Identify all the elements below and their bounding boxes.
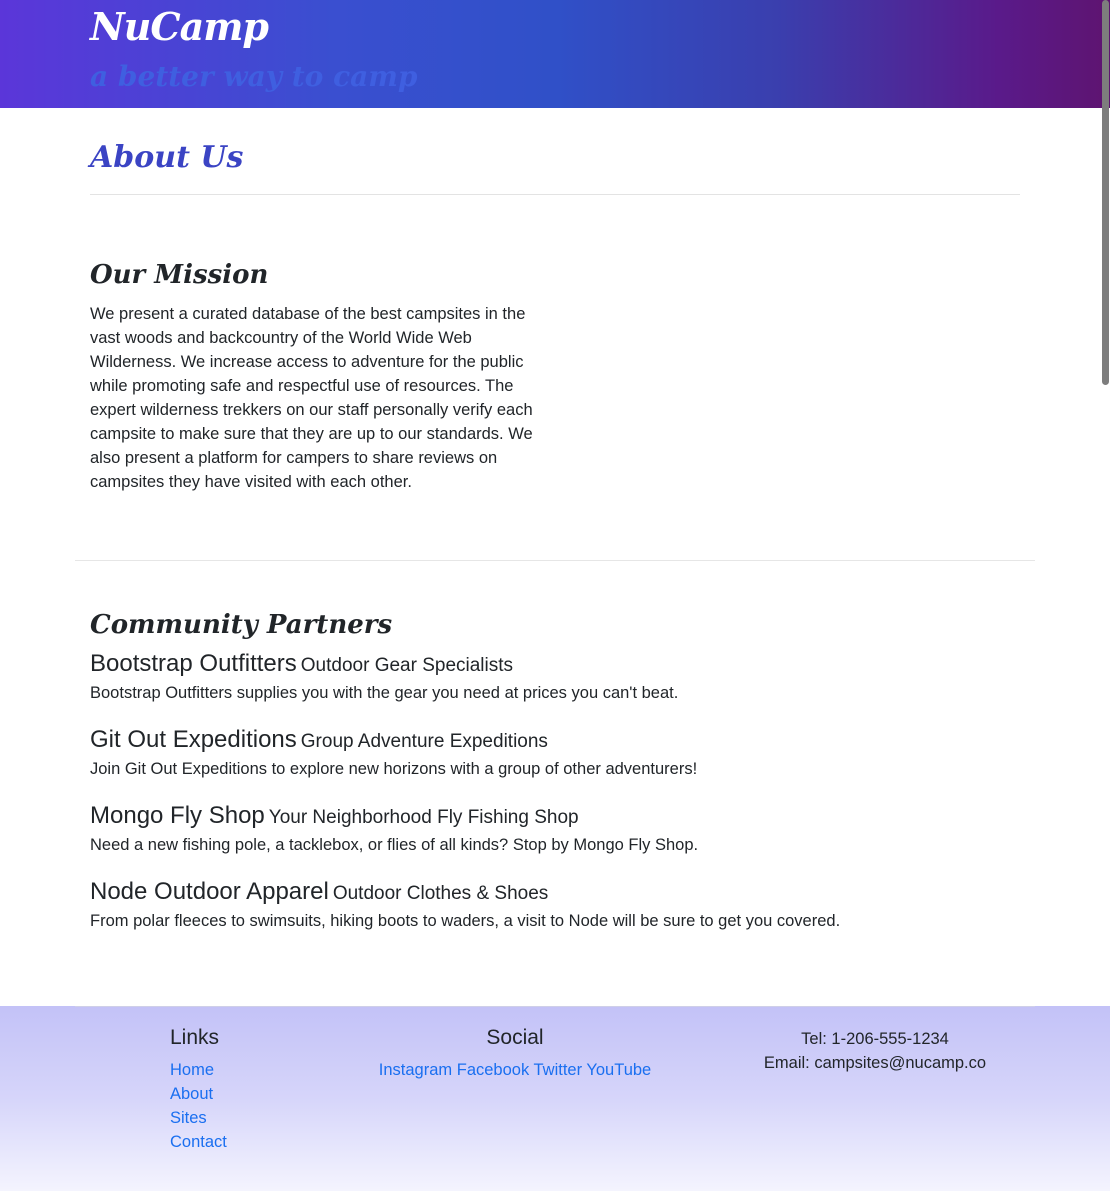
footer-link-contact[interactable]: Contact bbox=[170, 1130, 227, 1154]
page-title: About Us bbox=[90, 140, 244, 175]
social-heading: Social bbox=[486, 1026, 544, 1049]
links-heading: Links bbox=[170, 1026, 220, 1049]
partner-tagline: Outdoor Gear Specialists bbox=[300, 655, 514, 676]
brand-logo[interactable]: NuCamp bbox=[90, 4, 269, 49]
partner-tagline: Group Adventure Expeditions bbox=[300, 731, 548, 752]
partner-name: Node Outdoor Apparel bbox=[90, 878, 329, 905]
footer-link-home[interactable]: Home bbox=[170, 1058, 227, 1082]
partner-item: Bootstrap Outfitters Outdoor Gear Special… bbox=[90, 650, 1020, 703]
contact-phone: Tel: 1-206-555-1234 bbox=[801, 1030, 949, 1048]
partner-item: Node Outdoor Apparel Outdoor Clothes & Sh… bbox=[90, 878, 1020, 931]
footer-link-about[interactable]: About bbox=[170, 1082, 227, 1106]
social-link-instagram[interactable]: Instagram bbox=[379, 1061, 452, 1079]
partner-tagline: Outdoor Clothes & Shoes bbox=[332, 883, 549, 904]
partner-description: Need a new fishing pole, a tacklebox, or… bbox=[90, 836, 699, 854]
footer-link-sites[interactable]: Sites bbox=[170, 1106, 227, 1130]
partners-heading: Community Partners bbox=[90, 610, 393, 640]
site-header: NuCamp a better way to camp bbox=[0, 0, 1110, 108]
social-link-facebook[interactable]: Facebook bbox=[457, 1061, 529, 1079]
partner-description: From polar fleeces to swimsuits, hiking … bbox=[90, 912, 841, 930]
footer-contact: Tel: 1-206-555-1234 Email: campsites@nuc… bbox=[740, 1027, 1010, 1075]
brand-tagline: a better way to camp bbox=[90, 60, 418, 93]
partner-name: Git Out Expeditions bbox=[90, 726, 297, 753]
scrollbar[interactable] bbox=[1102, 0, 1109, 385]
footer-links: Links Home About Sites Contact bbox=[170, 1026, 227, 1154]
social-link-twitter[interactable]: Twitter bbox=[534, 1061, 583, 1079]
partner-name: Mongo Fly Shop bbox=[90, 802, 265, 829]
footer-social: Social Instagram Facebook Twitter YouTub… bbox=[376, 1026, 654, 1082]
partner-name: Bootstrap Outfitters bbox=[90, 650, 297, 677]
divider bbox=[75, 560, 1035, 561]
social-link-youtube[interactable]: YouTube bbox=[586, 1061, 651, 1079]
partner-item: Git Out Expeditions Group Adventure Exped… bbox=[90, 726, 1020, 779]
divider bbox=[90, 194, 1020, 195]
partner-item: Mongo Fly Shop Your Neighborhood Fly Fish… bbox=[90, 802, 1020, 855]
mission-text: We present a curated database of the bes… bbox=[90, 305, 533, 491]
mission-heading: Our Mission bbox=[90, 260, 269, 290]
partner-tagline: Your Neighborhood Fly Fishing Shop bbox=[268, 807, 579, 828]
divider bbox=[75, 1006, 1035, 1007]
social-links: Instagram Facebook Twitter YouTube bbox=[376, 1058, 654, 1082]
partner-description: Join Git Out Expeditions to explore new … bbox=[90, 760, 698, 778]
partner-description: Bootstrap Outfitters supplies you with t… bbox=[90, 684, 679, 702]
contact-email: Email: campsites@nucamp.co bbox=[763, 1054, 987, 1072]
